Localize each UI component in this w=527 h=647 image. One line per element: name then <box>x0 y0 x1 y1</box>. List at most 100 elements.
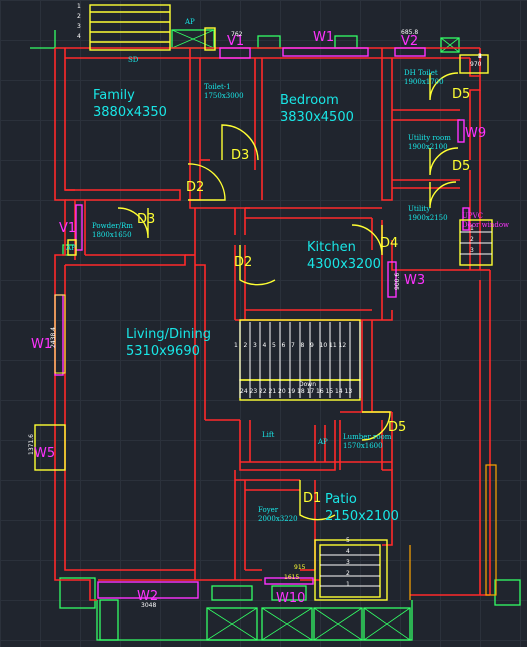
sd-label: SD <box>128 56 139 64</box>
stair-step-down: 13 <box>345 388 353 395</box>
stair-step-up: 3 <box>253 342 257 349</box>
room-family-name: Family <box>93 88 135 103</box>
stair-down-label: Down <box>299 381 316 388</box>
dh-toilet-size: 1900x1700 <box>404 78 444 86</box>
foyer-size: 2000x3220 <box>258 515 298 523</box>
site-outline <box>30 29 521 641</box>
ap-mid-label: AP <box>317 438 328 446</box>
stair-step-down: 21 <box>269 388 277 395</box>
dim-w2: 3048 <box>141 602 156 609</box>
foyer-name: Foyer <box>258 506 279 514</box>
door-d5-1: D5 <box>452 87 470 102</box>
stair-step-down: 19 <box>288 388 296 395</box>
stair-step-up: 6 <box>282 342 286 349</box>
stair-step-up: 9 <box>310 342 314 349</box>
door-d3-upper: D3 <box>231 148 249 163</box>
utility-room-size: 1900x2100 <box>408 143 448 151</box>
powder-name: Powder/Rm <box>92 222 133 230</box>
stair-step-up: 11 <box>329 342 337 349</box>
dim-v2-top: 685.8 <box>401 29 418 36</box>
toilet1-size: 1750x3000 <box>204 92 244 100</box>
stair-step-up: 2 <box>244 342 248 349</box>
stair-step-down: 17 <box>307 388 315 395</box>
room-kitchen-name: Kitchen <box>307 240 356 255</box>
door-d4: D4 <box>380 236 398 251</box>
dh-toilet-name: DH Toilet <box>404 69 438 77</box>
window-w1-left: W1 <box>31 337 52 352</box>
stair-step-up: 8 <box>301 342 305 349</box>
window-w3: W3 <box>404 273 425 288</box>
room-bedroom-name: Bedroom <box>280 93 339 108</box>
door-d5-2: D5 <box>452 159 470 174</box>
patio-step: 4 <box>346 548 350 555</box>
patio-step: 3 <box>346 559 350 566</box>
top-step-numbers: 1 2 3 4 <box>77 3 81 40</box>
stair-step-down: 24 <box>240 388 248 395</box>
floor-plan: Family 3880x4350 Bedroom 3830x4500 Kitch… <box>28 3 521 641</box>
stair-step-down: 23 <box>250 388 258 395</box>
room-patio-name: Patio <box>325 492 357 507</box>
stair-step-down: 22 <box>259 388 267 395</box>
room-kitchen-size: 4300x3200 <box>307 257 381 272</box>
window-w9: W9 <box>465 126 486 141</box>
stair-step-up: 1 <box>234 342 238 349</box>
right-step: 3 <box>470 247 474 254</box>
right-step-numbers: 1 2 3 <box>470 225 474 254</box>
dim-v1-top: 762 <box>231 31 243 38</box>
stair-step-down: 18 <box>297 388 305 395</box>
top-step: 1 <box>77 3 81 10</box>
patio-step: 2 <box>346 570 350 577</box>
dim-w5: 1371.6 <box>28 434 35 455</box>
stair-step-down: 14 <box>335 388 343 395</box>
right-step: 1 <box>470 225 474 232</box>
window-v2: V2 <box>401 34 418 49</box>
powder-size: 1800x1650 <box>92 231 132 239</box>
stair-step-up: 4 <box>263 342 267 349</box>
stair-step-down: 16 <box>316 388 324 395</box>
stair-step-numbers-up: 1 2 3 4 5 6 7 8 9 10 11 12 <box>234 342 346 349</box>
room-patio-size: 2150x2100 <box>325 509 399 524</box>
top-step: 3 <box>77 23 81 30</box>
window-w10: W10 <box>276 591 305 606</box>
dim-w1-left: 2438.4 <box>50 327 57 348</box>
dim-w10b: 915 <box>294 564 306 571</box>
upvc-label: UPVC <box>462 212 483 220</box>
utility-size: 1900x2150 <box>408 214 448 222</box>
stair-step-up: 10 <box>320 342 328 349</box>
stair-step-down: 20 <box>278 388 286 395</box>
dim-right-top: 970 <box>470 61 482 68</box>
ap-top-label: AP <box>184 18 195 26</box>
stair-step-up: 12 <box>339 342 347 349</box>
door-d5-3: D5 <box>388 420 406 435</box>
utility-name: Utility <box>408 205 430 213</box>
stair-step-numbers-down: 24 23 22 21 20 19 18 17 16 15 14 13 <box>240 388 352 395</box>
patio-step: 1 <box>346 581 350 588</box>
patio-step: 5 <box>346 537 350 544</box>
dim-w3: 900.6 <box>394 273 401 290</box>
top-step: 4 <box>77 33 81 40</box>
ap-left-label: AP <box>65 244 76 252</box>
toilet1-name: Toilet-1 <box>204 83 231 91</box>
room-living-name: Living/Dining <box>126 327 211 342</box>
door-d1: D1 <box>303 491 321 506</box>
stair-step-up: 5 <box>272 342 276 349</box>
dim-w10: 1615 <box>284 574 299 581</box>
top-step: 2 <box>77 13 81 20</box>
lumber-size: 1570x1600 <box>343 442 383 450</box>
window-w1-top: W1 <box>313 30 334 45</box>
right-step: 2 <box>470 236 474 243</box>
right-step-b: 4 <box>478 53 482 60</box>
lift-label: Lift <box>262 431 274 439</box>
stair-step-up: 7 <box>291 342 295 349</box>
room-family-size: 3880x4350 <box>93 105 167 120</box>
orange-elements <box>409 464 497 600</box>
stair-step-down: 15 <box>326 388 334 395</box>
room-living-size: 5310x9690 <box>126 344 200 359</box>
door-d2-upper: D2 <box>186 180 204 195</box>
window-w5: W5 <box>34 446 55 461</box>
room-bedroom-size: 3830x4500 <box>280 110 354 125</box>
door-d2-lower: D2 <box>234 255 252 270</box>
lumber-name: Lumber room <box>343 433 392 441</box>
cad-canvas: Family 3880x4350 Bedroom 3830x4500 Kitch… <box>0 0 527 647</box>
utility-room-name: Utility room <box>408 134 451 142</box>
